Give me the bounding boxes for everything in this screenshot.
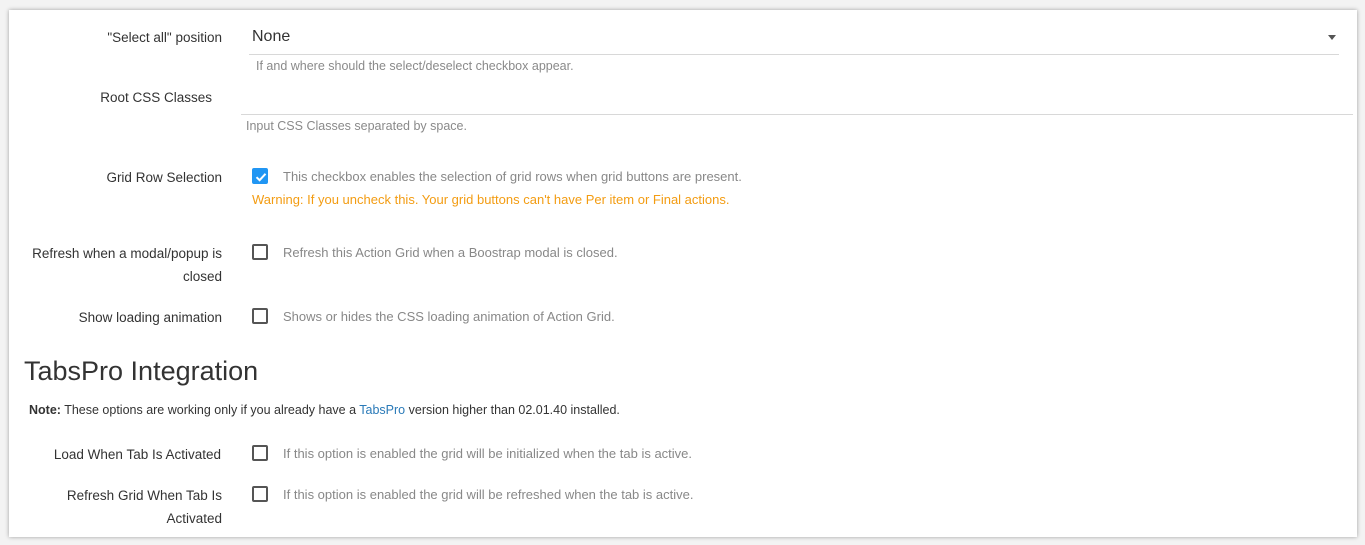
note-text-pre: These options are working only if you al…	[60, 403, 360, 417]
chevron-down-icon	[1328, 35, 1336, 40]
grid-row-selection-label: Grid Row Selection	[106, 170, 222, 185]
load-tab-description: If this option is enabled the grid will …	[283, 446, 693, 461]
select-all-help: If and where should the select/deselect …	[256, 59, 574, 73]
root-css-underline	[241, 114, 1353, 115]
refresh-tab-label-line2: Activated	[166, 511, 222, 526]
grid-row-selection-description: This checkbox enables the selection of g…	[283, 169, 742, 184]
refresh-tab-checkbox[interactable]	[252, 486, 268, 502]
root-css-input[interactable]	[241, 84, 1353, 115]
grid-row-selection-warning: Warning: If you uncheck this. Your grid …	[252, 192, 730, 207]
refresh-modal-label: Refresh when a modal/popup is closed	[29, 242, 222, 288]
root-css-label: Root CSS Classes	[100, 90, 212, 105]
grid-row-selection-checkbox[interactable]	[252, 168, 268, 184]
refresh-modal-label-line2: closed	[182, 269, 222, 284]
refresh-modal-description: Refresh this Action Grid when a Boostrap…	[283, 245, 618, 260]
select-all-label: "Select all" position	[107, 30, 222, 45]
select-all-dropdown[interactable]: None	[249, 24, 1339, 55]
loading-animation-label: Show loading animation	[78, 310, 222, 325]
load-tab-checkbox[interactable]	[252, 445, 268, 461]
refresh-tab-label-line1: Refresh Grid When Tab Is	[66, 488, 222, 503]
settings-panel: "Select all" position None If and where …	[9, 10, 1357, 537]
refresh-tab-label: Refresh Grid When Tab Is Activated	[29, 484, 222, 530]
select-all-value: None	[252, 28, 291, 45]
loading-animation-checkbox[interactable]	[252, 308, 268, 324]
refresh-tab-description: If this option is enabled the grid will …	[283, 487, 694, 502]
note-text-post: version higher than 02.01.40 installed.	[405, 403, 620, 417]
root-css-help: Input CSS Classes separated by space.	[246, 119, 467, 133]
loading-animation-description: Shows or hides the CSS loading animation…	[283, 309, 615, 324]
load-tab-label: Load When Tab Is Activated	[53, 447, 221, 462]
tabspro-note: Note: These options are working only if …	[29, 403, 620, 417]
select-underline	[249, 54, 1339, 55]
refresh-modal-checkbox[interactable]	[252, 244, 268, 260]
section-title-tabspro: TabsPro Integration	[24, 356, 259, 386]
note-label: Note:	[29, 403, 61, 417]
tabspro-link[interactable]: TabsPro	[359, 403, 405, 417]
check-icon	[255, 173, 267, 182]
refresh-modal-label-line1: Refresh when a modal/popup is	[32, 246, 222, 261]
